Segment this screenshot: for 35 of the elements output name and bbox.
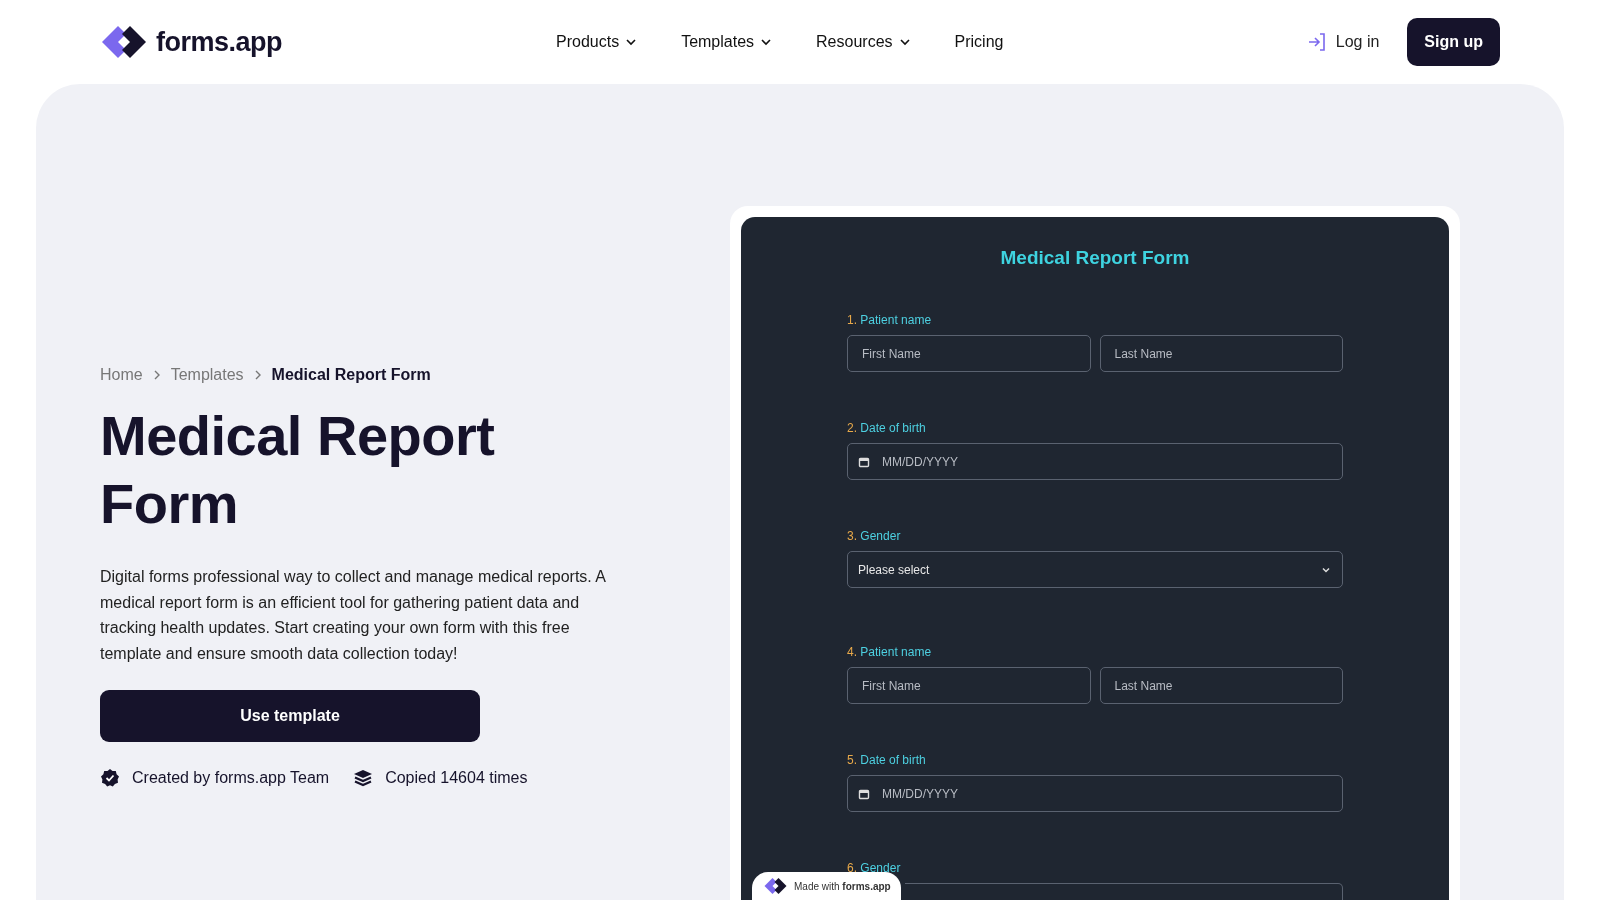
date-field[interactable]: MM/DD/YYYY	[847, 775, 1343, 812]
meta-text: Created by forms.app Team	[132, 769, 330, 787]
description-text: Digital forms professional way to collect and manage medical reports. A medical report form is an efficient tool for gathering patient data and tracking health updates. Start creating your own form with this free template and ensure smooth data collection today!	[100, 567, 607, 664]
question-label: 5. Date of birth	[847, 753, 927, 767]
name-field[interactable]: Last Name	[1099, 667, 1343, 704]
question-label: 1. Patient name	[847, 313, 933, 327]
date-input[interactable]: MM/DD/YYYY	[880, 453, 1332, 470]
name-field[interactable]: First Name	[847, 667, 1091, 704]
name-field[interactable]: Last Name	[1099, 335, 1343, 372]
breadcrumb-link[interactable]: Templates	[170, 366, 244, 384]
breadcrumb-link[interactable]: Home	[100, 366, 143, 384]
page-title: Medical Report Form	[100, 403, 496, 537]
meta-text: Copied 14604 times	[385, 769, 528, 787]
verified-badge-icon	[100, 768, 120, 788]
question-label: 4. Patient name	[847, 645, 933, 659]
nav-item[interactable]: Templates	[681, 29, 773, 55]
date-field[interactable]: MM/DD/YYYY	[847, 443, 1343, 480]
question-label: 3. Gender	[847, 529, 902, 543]
calendar-icon	[858, 787, 870, 800]
calendar-icon	[858, 455, 870, 468]
made-with-badge[interactable]: Made with forms.app	[752, 872, 901, 900]
date-input[interactable]: MM/DD/YYYY	[880, 785, 1332, 802]
login-link[interactable]: Log in	[1305, 27, 1380, 57]
nav-item[interactable]: Resources	[816, 29, 911, 55]
use-template-button[interactable]: Use template	[100, 690, 480, 742]
question-label: 6. Gender	[847, 861, 902, 875]
question-label: 2. Date of birth	[847, 421, 927, 435]
logo-text[interactable]: forms.app	[156, 26, 283, 58]
layers-icon	[353, 768, 374, 788]
form-title: Medical Report Form	[999, 247, 1191, 269]
select-field[interactable]: Please select	[847, 551, 1343, 588]
signup-button[interactable]: Sign up	[1407, 18, 1500, 66]
name-field[interactable]: First Name	[847, 335, 1091, 372]
nav-item[interactable]: Pricing	[954, 29, 1004, 55]
nav-item[interactable]: Products	[556, 29, 638, 55]
